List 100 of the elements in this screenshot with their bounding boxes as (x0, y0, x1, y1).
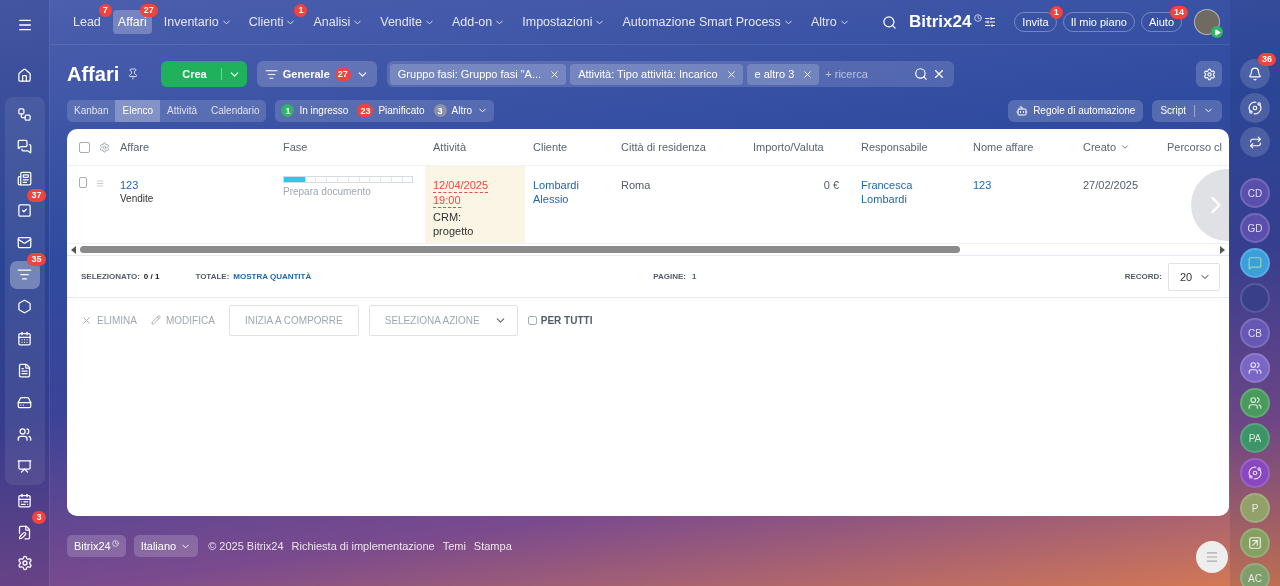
avatar[interactable]: PA (1240, 423, 1270, 453)
stat-value: 0 / 1 (143, 272, 160, 281)
responsible-link[interactable]: Francesca Lombardi (861, 178, 931, 206)
nav-tab[interactable]: Automazione Smart Process (617, 10, 799, 34)
column-header[interactable]: Cliente (525, 129, 613, 165)
close-icon[interactable] (549, 68, 561, 80)
filter-chip[interactable]: Gruppo fasi: Gruppo fasi "A... (389, 63, 567, 85)
drag-handle-icon[interactable] (95, 177, 104, 190)
deal-link[interactable]: 123 (120, 178, 139, 192)
copilot-button[interactable] (1240, 93, 1270, 123)
counter-filter[interactable]: 3 Altro (433, 104, 489, 117)
column-header[interactable]: Percorso cl (1165, 129, 1229, 165)
activity-time[interactable]: 19:00 (433, 193, 461, 208)
group-avatar[interactable] (1240, 388, 1270, 418)
column-header[interactable]: Creato (1075, 129, 1165, 165)
category-text: Vendite (120, 192, 155, 206)
count-badge: 23 (357, 104, 374, 117)
view-tab[interactable]: Elenco (115, 99, 161, 122)
task-avatar[interactable] (1240, 528, 1270, 558)
funnel-icon (264, 67, 278, 81)
deal-name-link[interactable]: 123 (973, 178, 992, 192)
calendar-icon (17, 331, 32, 347)
stat-label: TOTALE: (195, 272, 230, 281)
nav-tab[interactable]: Analisi (308, 10, 369, 34)
avatar[interactable]: CD (1240, 178, 1270, 208)
chat-avatar[interactable] (1240, 248, 1270, 278)
stat-label: PAGINE: (653, 272, 686, 281)
nav-tab[interactable]: Vendite (375, 10, 440, 34)
show-count-link[interactable]: MOSTRA QUANTITÀ (233, 272, 312, 281)
task-icon (17, 203, 32, 219)
group-avatar[interactable] (1240, 353, 1270, 383)
chat-exchange-button[interactable] (1240, 127, 1270, 157)
presentation-icon (17, 459, 32, 475)
filter-search-field[interactable]: Gruppo fasi: Gruppo fasi "A... Attività: Tipo attività: Incarico e altro 3 + ricerca (386, 61, 954, 87)
copyright-text: © 2025 Bitrix24 (208, 540, 284, 552)
counter-filter[interactable]: 1 In ingresso (281, 104, 349, 117)
pencil-icon (151, 315, 161, 325)
hexagon-icon (17, 299, 32, 315)
column-header[interactable]: Importo/Valuta (745, 129, 853, 165)
language-select[interactable]: Italiano (133, 535, 199, 557)
user-avatar[interactable] (1194, 9, 1220, 35)
client-link[interactable]: Lombardi Alessio (533, 178, 593, 206)
nav-tab[interactable]: Impostazioni (517, 10, 611, 34)
search-icon[interactable] (913, 67, 928, 81)
count-badge: 7 (98, 4, 112, 17)
view-tab[interactable]: Attività (160, 99, 205, 122)
records-select[interactable]: 20 (1168, 262, 1220, 291)
list-icon (1205, 550, 1219, 564)
column-header[interactable]: Nome affare (965, 129, 1075, 165)
create-button[interactable]: Crea (161, 61, 247, 87)
count-badge: 1 (1049, 6, 1063, 19)
column-header[interactable]: Attività (425, 129, 525, 165)
close-icon (81, 314, 92, 326)
column-header[interactable]: Fase (275, 129, 425, 165)
sliders-icon[interactable] (984, 16, 997, 28)
funnel-icon (17, 267, 32, 283)
filter-preset-button[interactable]: Generale 27 (256, 61, 377, 87)
search-icon[interactable] (881, 14, 897, 30)
filter-chip[interactable]: Attività: Tipo attività: Incarico (570, 63, 743, 85)
mail-icon (17, 235, 32, 251)
count-badge: 35 (27, 252, 46, 266)
nav-tab[interactable]: Inventario (158, 10, 237, 34)
activity-date[interactable]: 12/04/2025 (433, 178, 489, 193)
view-tab[interactable]: Kanban (67, 99, 116, 122)
avatar[interactable]: GD (1240, 213, 1270, 243)
view-tab[interactable]: Calendario (204, 99, 267, 122)
footer-link[interactable]: Temi (442, 540, 466, 552)
close-icon[interactable] (725, 68, 737, 80)
filter-chip[interactable]: e altro 3 (746, 63, 820, 85)
file-edit-icon (17, 525, 32, 541)
footer-link[interactable]: Stampa (473, 540, 512, 552)
automation-rules-button[interactable]: Regole di automazione (1008, 99, 1144, 122)
users-icon (1248, 361, 1262, 375)
column-header[interactable]: Città di residenza (613, 129, 745, 165)
scrollbar-thumb[interactable] (80, 245, 960, 253)
row-checkbox[interactable] (79, 177, 87, 188)
city-cell: Roma (621, 178, 651, 192)
amount-cell: 0 € (823, 178, 839, 192)
stage-label: Prepara documento (283, 185, 372, 199)
column-header[interactable]: Responsabile (853, 129, 965, 165)
settings-button[interactable] (1196, 61, 1222, 87)
chat-icon (17, 139, 32, 155)
list-button[interactable] (1196, 541, 1228, 573)
count-badge: 27 (334, 67, 351, 81)
counter-filter[interactable]: 23 Pianificato (357, 104, 425, 117)
script-button[interactable]: Script (1152, 99, 1222, 122)
avatar[interactable]: CB (1240, 318, 1270, 348)
brand-button[interactable]: Bitrix24 (67, 535, 126, 557)
column-header[interactable]: Affare (112, 129, 275, 165)
nav-tab[interactable]: Altro (805, 10, 855, 34)
spiral-avatar[interactable] (1240, 458, 1270, 488)
for-all-checkbox[interactable]: PER TUTTI (527, 314, 593, 326)
footer-link[interactable]: Richiesta di implementazione (291, 540, 435, 552)
pin-icon[interactable] (127, 68, 140, 80)
scroll-left-icon[interactable] (71, 245, 76, 254)
close-icon[interactable] (802, 68, 814, 80)
count-badge: 1 (281, 104, 295, 117)
sidebar-item[interactable] (9, 260, 40, 289)
checkbox[interactable] (79, 141, 90, 153)
nav-tab[interactable]: Add-on (446, 10, 511, 34)
